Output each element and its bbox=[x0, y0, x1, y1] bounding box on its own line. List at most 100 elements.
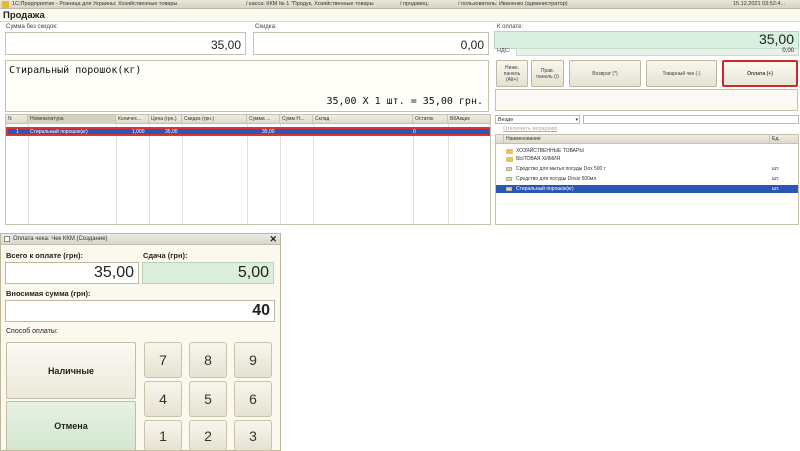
key-8[interactable]: 8 bbox=[189, 342, 227, 378]
col-catalog-name[interactable]: Наименование bbox=[504, 135, 770, 144]
catalog-item-unit: шт. bbox=[772, 176, 780, 182]
catalog-item-unit: шт. bbox=[772, 166, 780, 172]
folder-icon bbox=[506, 157, 513, 162]
change-value: 5,00 bbox=[237, 264, 269, 281]
vat-field: 0,00 bbox=[516, 48, 799, 56]
catalog-header: Наименование Ед. bbox=[496, 135, 798, 144]
kassa-label: / касса: ККМ № 1 "Продук, Хозяйственные … bbox=[246, 1, 374, 7]
total-label: Всего к оплате (грн): bbox=[6, 251, 83, 260]
pay-total-value: 35,00 bbox=[758, 31, 794, 47]
info-panel bbox=[495, 89, 798, 111]
col-catalog-unit[interactable]: Ед. bbox=[770, 135, 798, 144]
table-row[interactable]: 1 Стиральный порошок(кг) 1,000 35,00 35,… bbox=[6, 127, 490, 136]
discount-field[interactable]: 0,00 bbox=[253, 32, 489, 55]
item-display-name: Стиральный порошок(кг) bbox=[9, 65, 142, 76]
dialog-titlebar: Оплата чека: Чек ККМ (Создание) ✕ bbox=[1, 234, 280, 245]
page-header: Продажа bbox=[0, 9, 800, 22]
catalog-item-name: Средство для посуды Dosis 500мл bbox=[516, 176, 597, 182]
key-3[interactable]: 3 bbox=[234, 420, 272, 451]
sum-value: 35,00 bbox=[210, 38, 241, 52]
list-item[interactable]: БЫТОВАЯ ХИМИЯ bbox=[496, 155, 798, 163]
row-qty: 1,000 bbox=[132, 129, 145, 135]
list-item[interactable]: Средство для посуды Dosis 500мл шт. bbox=[496, 175, 798, 183]
item-icon bbox=[506, 187, 512, 191]
operator-label: / продавец: bbox=[400, 1, 429, 7]
col-sum-n[interactable]: Сумм Н... bbox=[280, 115, 313, 124]
total-value: 35,00 bbox=[93, 264, 134, 281]
sum-field: 35,00 bbox=[5, 32, 246, 55]
folder-icon bbox=[506, 149, 513, 154]
pay-button[interactable]: Оплата (+) bbox=[722, 60, 798, 87]
row-sum: 35,00 bbox=[262, 129, 275, 135]
hierarchy-link[interactable]: Отключить иерархию bbox=[503, 126, 558, 132]
list-item-selected[interactable]: Стиральный порошок(кг) шт. bbox=[496, 185, 798, 193]
key-1[interactable]: 1 bbox=[144, 420, 182, 451]
chevron-down-icon: ▾ bbox=[575, 117, 578, 123]
col-marker bbox=[496, 135, 504, 144]
vat-value: 0,00 bbox=[782, 48, 794, 54]
return-button[interactable]: Возврат (*) bbox=[569, 60, 641, 87]
col-warehouse[interactable]: Склад bbox=[313, 115, 413, 124]
search-field[interactable] bbox=[583, 115, 799, 124]
row-name: Стиральный порошок(кг) bbox=[30, 129, 88, 135]
col-qty[interactable]: Количес... bbox=[116, 115, 149, 124]
sum-label: Сумма без скидок: bbox=[6, 24, 58, 30]
key-7[interactable]: 7 bbox=[144, 342, 182, 378]
list-item[interactable]: ХОЗЯЙСТВЕННЫЕ ТОВАРЫ bbox=[496, 147, 798, 155]
receipt-button[interactable]: Товарный чек (-) bbox=[646, 60, 717, 87]
filter-value: Везде bbox=[498, 117, 514, 123]
payment-method-label: Способ оплаты: bbox=[6, 328, 58, 335]
cancel-button[interactable]: Отмена bbox=[6, 401, 136, 451]
list-item[interactable]: Средство для мытья посуды Dox 500 г шт. bbox=[496, 165, 798, 173]
user-label: / пользователь: Иваненко (администратор) bbox=[458, 1, 568, 7]
col-n[interactable]: N bbox=[6, 115, 28, 124]
catalog-item-name: Стиральный порошок(кг) bbox=[516, 186, 574, 192]
table-header: N Номенклатура Количес... Цена (грн.) Ск… bbox=[6, 115, 490, 124]
pay-label: К оплате: bbox=[497, 24, 524, 30]
right-panel-button[interactable]: Прав. панель (/) bbox=[531, 60, 564, 87]
app-logo-icon bbox=[2, 1, 9, 8]
catalog-item-name: ХОЗЯЙСТВЕННЫЕ ТОВАРЫ bbox=[516, 148, 584, 154]
discount-value: 0,00 bbox=[460, 38, 484, 52]
bottom-panel-button[interactable]: Нижн. панель (Alt+) bbox=[496, 60, 528, 87]
change-label: Сдача (грн): bbox=[143, 251, 188, 260]
col-price[interactable]: Цена (грн.) bbox=[149, 115, 182, 124]
catalog-table[interactable]: Наименование Ед. ХОЗЯЙСТВЕННЫЕ ТОВАРЫ БЫ… bbox=[495, 134, 799, 225]
receipt-table[interactable]: N Номенклатура Количес... Цена (грн.) Ск… bbox=[5, 114, 491, 225]
datetime-label: 15.12.2021 03:52:4... bbox=[733, 1, 785, 7]
col-name[interactable]: Номенклатура bbox=[28, 115, 116, 124]
col-discount[interactable]: Скидка (грн.) bbox=[182, 115, 247, 124]
amount-value: 40 bbox=[252, 302, 270, 319]
catalog-item-name: Средство для мытья посуды Dox 500 г bbox=[516, 166, 606, 172]
input-label: Вносимая сумма (грн): bbox=[6, 289, 91, 298]
window-titlebar: 1С:Предприятие - Розница для Украины: Хо… bbox=[0, 0, 800, 9]
key-6[interactable]: 6 bbox=[234, 381, 272, 417]
item-icon bbox=[506, 167, 512, 171]
cash-button[interactable]: Наличные bbox=[6, 342, 136, 399]
change-field: 5,00 bbox=[142, 262, 274, 284]
total-field: 35,00 bbox=[5, 262, 139, 284]
col-sum[interactable]: Сумма ... bbox=[247, 115, 280, 124]
search-input[interactable] bbox=[586, 116, 798, 123]
col-excise[interactable]: ВКАкциз bbox=[448, 115, 490, 124]
row-n: 1 bbox=[16, 129, 19, 135]
close-icon[interactable]: ✕ bbox=[269, 234, 277, 245]
catalog-item-name: БЫТОВАЯ ХИМИЯ bbox=[516, 156, 561, 162]
page-title: Продажа bbox=[3, 10, 45, 21]
col-stock[interactable]: Остаток bbox=[413, 115, 448, 124]
item-display-calc: 35,00 X 1 шт. = 35,00 грн. bbox=[326, 96, 483, 107]
catalog-item-unit: шт. bbox=[772, 186, 780, 192]
key-2[interactable]: 2 bbox=[189, 420, 227, 451]
discount-label: Скидка: bbox=[255, 24, 277, 30]
key-9[interactable]: 9 bbox=[234, 342, 272, 378]
dialog-title: Оплата чека: Чек ККМ (Создание) bbox=[13, 236, 108, 242]
item-icon bbox=[506, 177, 512, 181]
window-icon bbox=[4, 236, 10, 242]
key-4[interactable]: 4 bbox=[144, 381, 182, 417]
filter-select[interactable]: Везде ▾ bbox=[495, 115, 580, 124]
item-display: Стиральный порошок(кг) 35,00 X 1 шт. = 3… bbox=[5, 60, 489, 112]
key-5[interactable]: 5 bbox=[189, 381, 227, 417]
row-price: 35,00 bbox=[165, 129, 178, 135]
pay-total-field: 35,00 bbox=[494, 31, 799, 49]
amount-input[interactable]: 40 bbox=[5, 300, 275, 322]
